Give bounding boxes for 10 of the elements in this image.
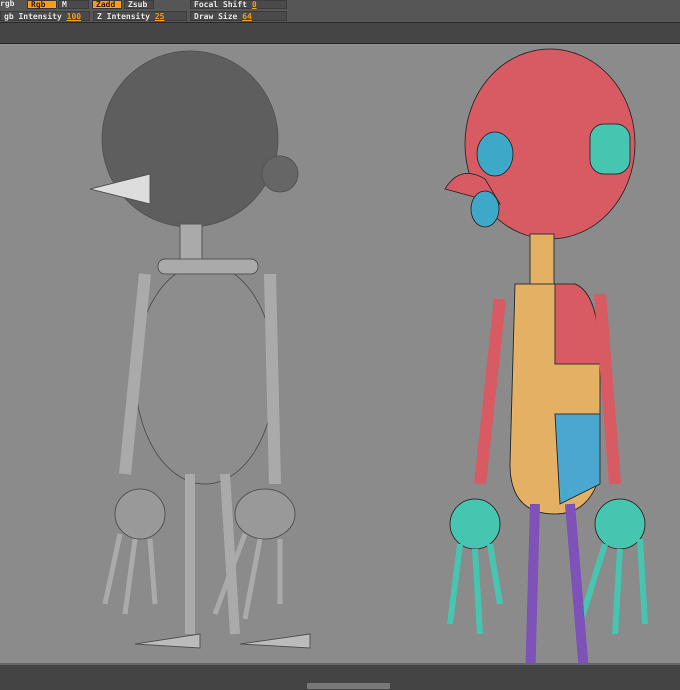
toggle-button[interactable]: Zsub [124,0,154,9]
toolbar-label: rgb [0,0,16,9]
slider-control[interactable]: Focal Shift 0 [190,0,287,9]
toggle-button[interactable]: Rgb [27,0,57,9]
toggle-button[interactable]: M [58,0,89,9]
toggle-button[interactable]: Zadd [92,0,122,9]
slider-control[interactable]: Z Intensity 25 [93,11,187,21]
slider-control[interactable]: gb Intensity 100 [0,11,90,21]
slider-control[interactable]: Draw Size 64 [190,11,287,21]
collapse-handle[interactable] [307,683,390,689]
